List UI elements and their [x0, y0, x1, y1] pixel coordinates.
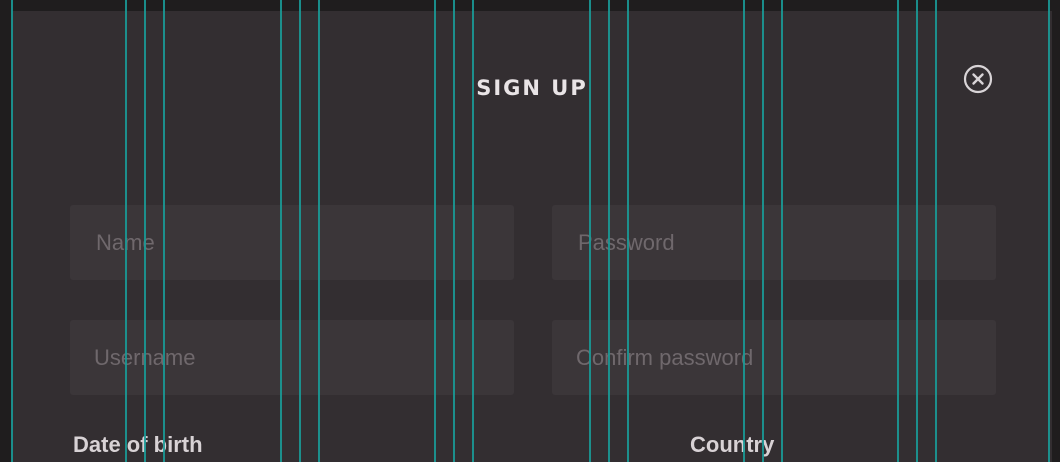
- screen: SIGN UP Date of birth Country: [0, 0, 1060, 462]
- date-of-birth-label: Date of birth: [73, 432, 203, 457]
- signup-modal: SIGN UP Date of birth Country: [12, 11, 1052, 462]
- close-button[interactable]: [962, 63, 994, 95]
- confirm-password-input[interactable]: [552, 320, 996, 395]
- close-circle-icon: [963, 64, 993, 94]
- username-input[interactable]: [70, 320, 514, 395]
- password-input[interactable]: [552, 205, 996, 280]
- modal-title: SIGN UP: [476, 76, 588, 100]
- country-label: Country: [690, 432, 775, 457]
- name-input[interactable]: [70, 205, 514, 280]
